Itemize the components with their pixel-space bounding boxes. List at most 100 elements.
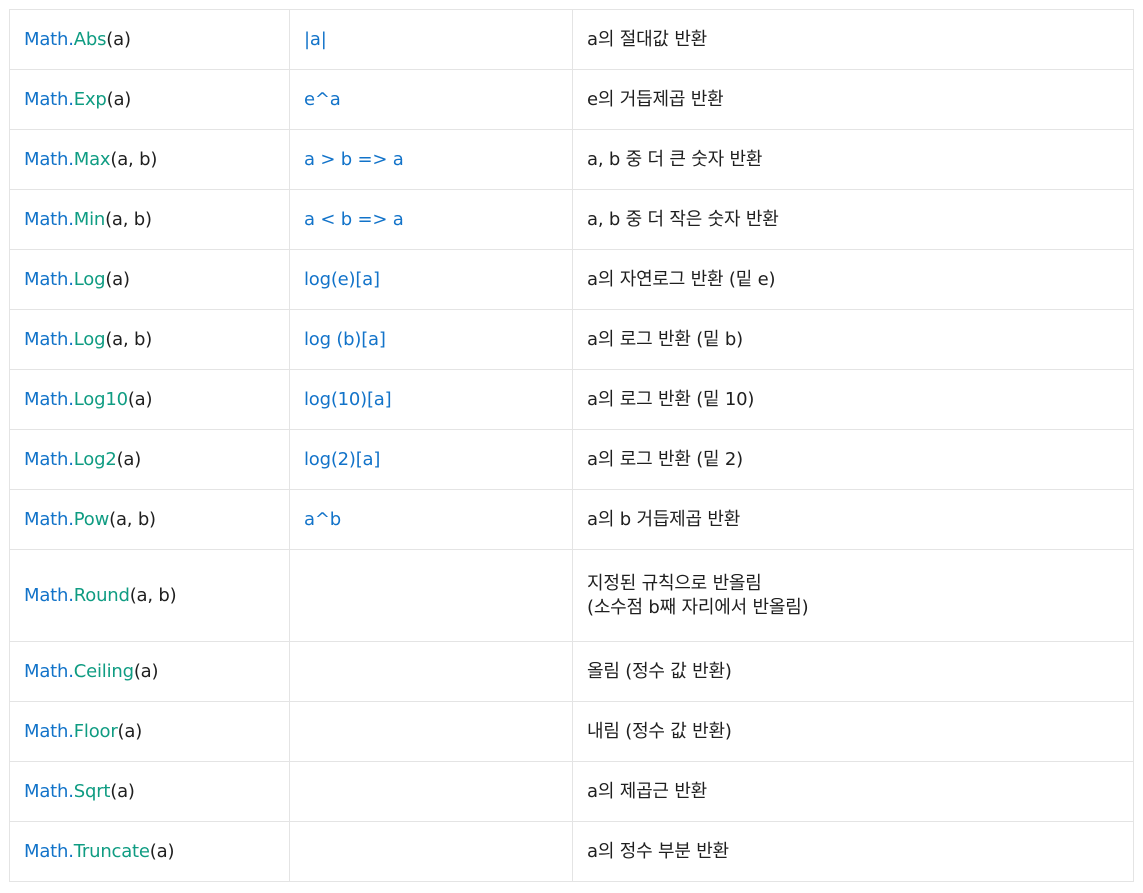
method-signature-cell: Math.Sqrt(a) xyxy=(9,761,290,822)
table-row: Math.Max(a, b) a > b => a a, b 중 더 큰 숫자 반환 xyxy=(9,129,1134,190)
formula-cell xyxy=(289,821,573,882)
description-cell: a의 정수 부분 반환 xyxy=(572,821,1134,882)
description-cell: 내림 (정수 값 반환) xyxy=(572,701,1134,762)
method-signature-cell: Math.Round(a, b) xyxy=(9,549,290,642)
class-name: Math xyxy=(24,148,69,170)
formula-text: log(10)[a] xyxy=(304,388,392,410)
table-row: Math.Log10(a) log(10)[a] a의 로그 반환 (밑 10) xyxy=(9,369,1134,430)
table-row: Math.Pow(a, b) a^b a의 b 거듭제곱 반환 xyxy=(9,489,1134,550)
description-text: (소수점 b째 자리에서 반올림) xyxy=(587,596,809,618)
method-signature-cell: Math.Ceiling(a) xyxy=(9,641,290,702)
table-row: Math.Ceiling(a) 올림 (정수 값 반환) xyxy=(9,641,1134,702)
formula-cell: a > b => a xyxy=(289,129,573,190)
table-row: Math.Min(a, b) a < b => a a, b 중 더 작은 숫자 반… xyxy=(9,189,1134,250)
description-text: a의 자연로그 반환 (밑 e) xyxy=(587,268,776,290)
method-name: Max xyxy=(73,148,111,170)
method-args: (a) xyxy=(105,268,130,290)
formula-cell: e^a xyxy=(289,69,573,130)
method-args: (a) xyxy=(149,840,175,862)
table-row: Math.Truncate(a) a의 정수 부분 반환 xyxy=(9,821,1134,882)
formula-text: a^b xyxy=(304,508,341,530)
method-signature-cell: Math.Abs(a) xyxy=(9,9,290,70)
method-signature-cell: Math.Floor(a) xyxy=(9,701,290,762)
description-text: a의 정수 부분 반환 xyxy=(587,840,729,862)
class-name: Math xyxy=(24,720,69,742)
class-name: Math xyxy=(24,584,69,606)
method-name: Exp xyxy=(73,88,107,110)
method-signature-cell: Math.Log10(a) xyxy=(9,369,290,430)
method-name: Floor xyxy=(73,720,118,742)
description-text: 내림 (정수 값 반환) xyxy=(587,720,732,742)
method-signature-cell: Math.Pow(a, b) xyxy=(9,489,290,550)
description-text: e의 거듭제곱 반환 xyxy=(587,88,724,110)
formula-cell: log(e)[a] xyxy=(289,249,573,310)
formula-text: log (b)[a] xyxy=(304,328,386,350)
method-signature-cell: Math.Exp(a) xyxy=(9,69,290,130)
method-args: (a, b) xyxy=(105,328,153,350)
formula-text: log(e)[a] xyxy=(304,268,380,290)
table-row: Math.Log(a) log(e)[a] a의 자연로그 반환 (밑 e) xyxy=(9,249,1134,310)
table-row: Math.Exp(a) e^a e의 거듭제곱 반환 xyxy=(9,69,1134,130)
formula-cell: log(10)[a] xyxy=(289,369,573,430)
math-functions-table-wrapper: Math.Abs(a) |a| a의 절대값 반환 Math.Exp(a) e^a e의 … xyxy=(9,9,1134,882)
description-cell: 지정된 규칙으로 반올림 (소수점 b째 자리에서 반올림) xyxy=(572,549,1134,642)
formula-cell: |a| xyxy=(289,9,573,70)
method-name: Log10 xyxy=(73,388,128,410)
method-signature-cell: Math.Log(a) xyxy=(9,249,290,310)
method-signature-cell: Math.Min(a, b) xyxy=(9,189,290,250)
class-name: Math xyxy=(24,28,69,50)
class-name: Math xyxy=(24,88,69,110)
class-name: Math xyxy=(24,208,69,230)
table-row: Math.Floor(a) 내림 (정수 값 반환) xyxy=(9,701,1134,762)
table-row: Math.Round(a, b) 지정된 규칙으로 반올림 (소수점 b째 자리에서… xyxy=(9,549,1134,642)
description-cell: a, b 중 더 큰 숫자 반환 xyxy=(572,129,1134,190)
description-text: a의 제곱근 반환 xyxy=(587,780,708,802)
table-body: Math.Abs(a) |a| a의 절대값 반환 Math.Exp(a) e^a e의 … xyxy=(9,9,1134,882)
class-name: Math xyxy=(24,328,69,350)
formula-cell xyxy=(289,641,573,702)
table-row: Math.Log(a, b) log (b)[a] a의 로그 반환 (밑 b) xyxy=(9,309,1134,370)
description-cell: a의 자연로그 반환 (밑 e) xyxy=(572,249,1134,310)
method-name: Log xyxy=(73,268,106,290)
method-name: Log xyxy=(73,328,106,350)
description-text: a의 로그 반환 (밑 2) xyxy=(587,448,743,470)
method-args: (a) xyxy=(110,780,135,802)
description-cell: a의 제곱근 반환 xyxy=(572,761,1134,822)
formula-cell xyxy=(289,701,573,762)
description-cell: a, b 중 더 작은 숫자 반환 xyxy=(572,189,1134,250)
method-name: Log2 xyxy=(73,448,117,470)
method-args: (a, b) xyxy=(109,508,156,530)
formula-cell xyxy=(289,549,573,642)
description-cell: a의 b 거듭제곱 반환 xyxy=(572,489,1134,550)
description-text: 지정된 규칙으로 반올림 xyxy=(587,573,762,595)
description-text: a의 로그 반환 (밑 10) xyxy=(587,388,755,410)
method-name: Round xyxy=(73,584,130,606)
method-signature-cell: Math.Truncate(a) xyxy=(9,821,290,882)
formula-cell: a < b => a xyxy=(289,189,573,250)
math-functions-table: Math.Abs(a) |a| a의 절대값 반환 Math.Exp(a) e^a e의 … xyxy=(9,9,1134,882)
method-args: (a) xyxy=(133,660,159,682)
description-text: a의 b 거듭제곱 반환 xyxy=(587,508,741,530)
method-name: Sqrt xyxy=(73,780,111,802)
method-name: Min xyxy=(73,208,106,230)
class-name: Math xyxy=(24,780,69,802)
table-row: Math.Sqrt(a) a의 제곱근 반환 xyxy=(9,761,1134,822)
class-name: Math xyxy=(24,388,69,410)
method-args: (a, b) xyxy=(129,584,177,606)
class-name: Math xyxy=(24,448,69,470)
formula-cell: log (b)[a] xyxy=(289,309,573,370)
table-row: Math.Abs(a) |a| a의 절대값 반환 xyxy=(9,9,1134,70)
formula-cell: log(2)[a] xyxy=(289,429,573,490)
description-text: a의 절대값 반환 xyxy=(587,28,708,50)
description-text: a의 로그 반환 (밑 b) xyxy=(587,328,743,350)
method-name: Ceiling xyxy=(73,660,134,682)
formula-text: log(2)[a] xyxy=(304,448,381,470)
description-cell: a의 로그 반환 (밑 b) xyxy=(572,309,1134,370)
description-cell: a의 절대값 반환 xyxy=(572,9,1134,70)
method-signature-cell: Math.Log2(a) xyxy=(9,429,290,490)
table-row: Math.Log2(a) log(2)[a] a의 로그 반환 (밑 2) xyxy=(9,429,1134,490)
method-signature-cell: Math.Max(a, b) xyxy=(9,129,290,190)
description-cell: 올림 (정수 값 반환) xyxy=(572,641,1134,702)
class-name: Math xyxy=(24,660,69,682)
formula-text: a < b => a xyxy=(304,208,404,230)
